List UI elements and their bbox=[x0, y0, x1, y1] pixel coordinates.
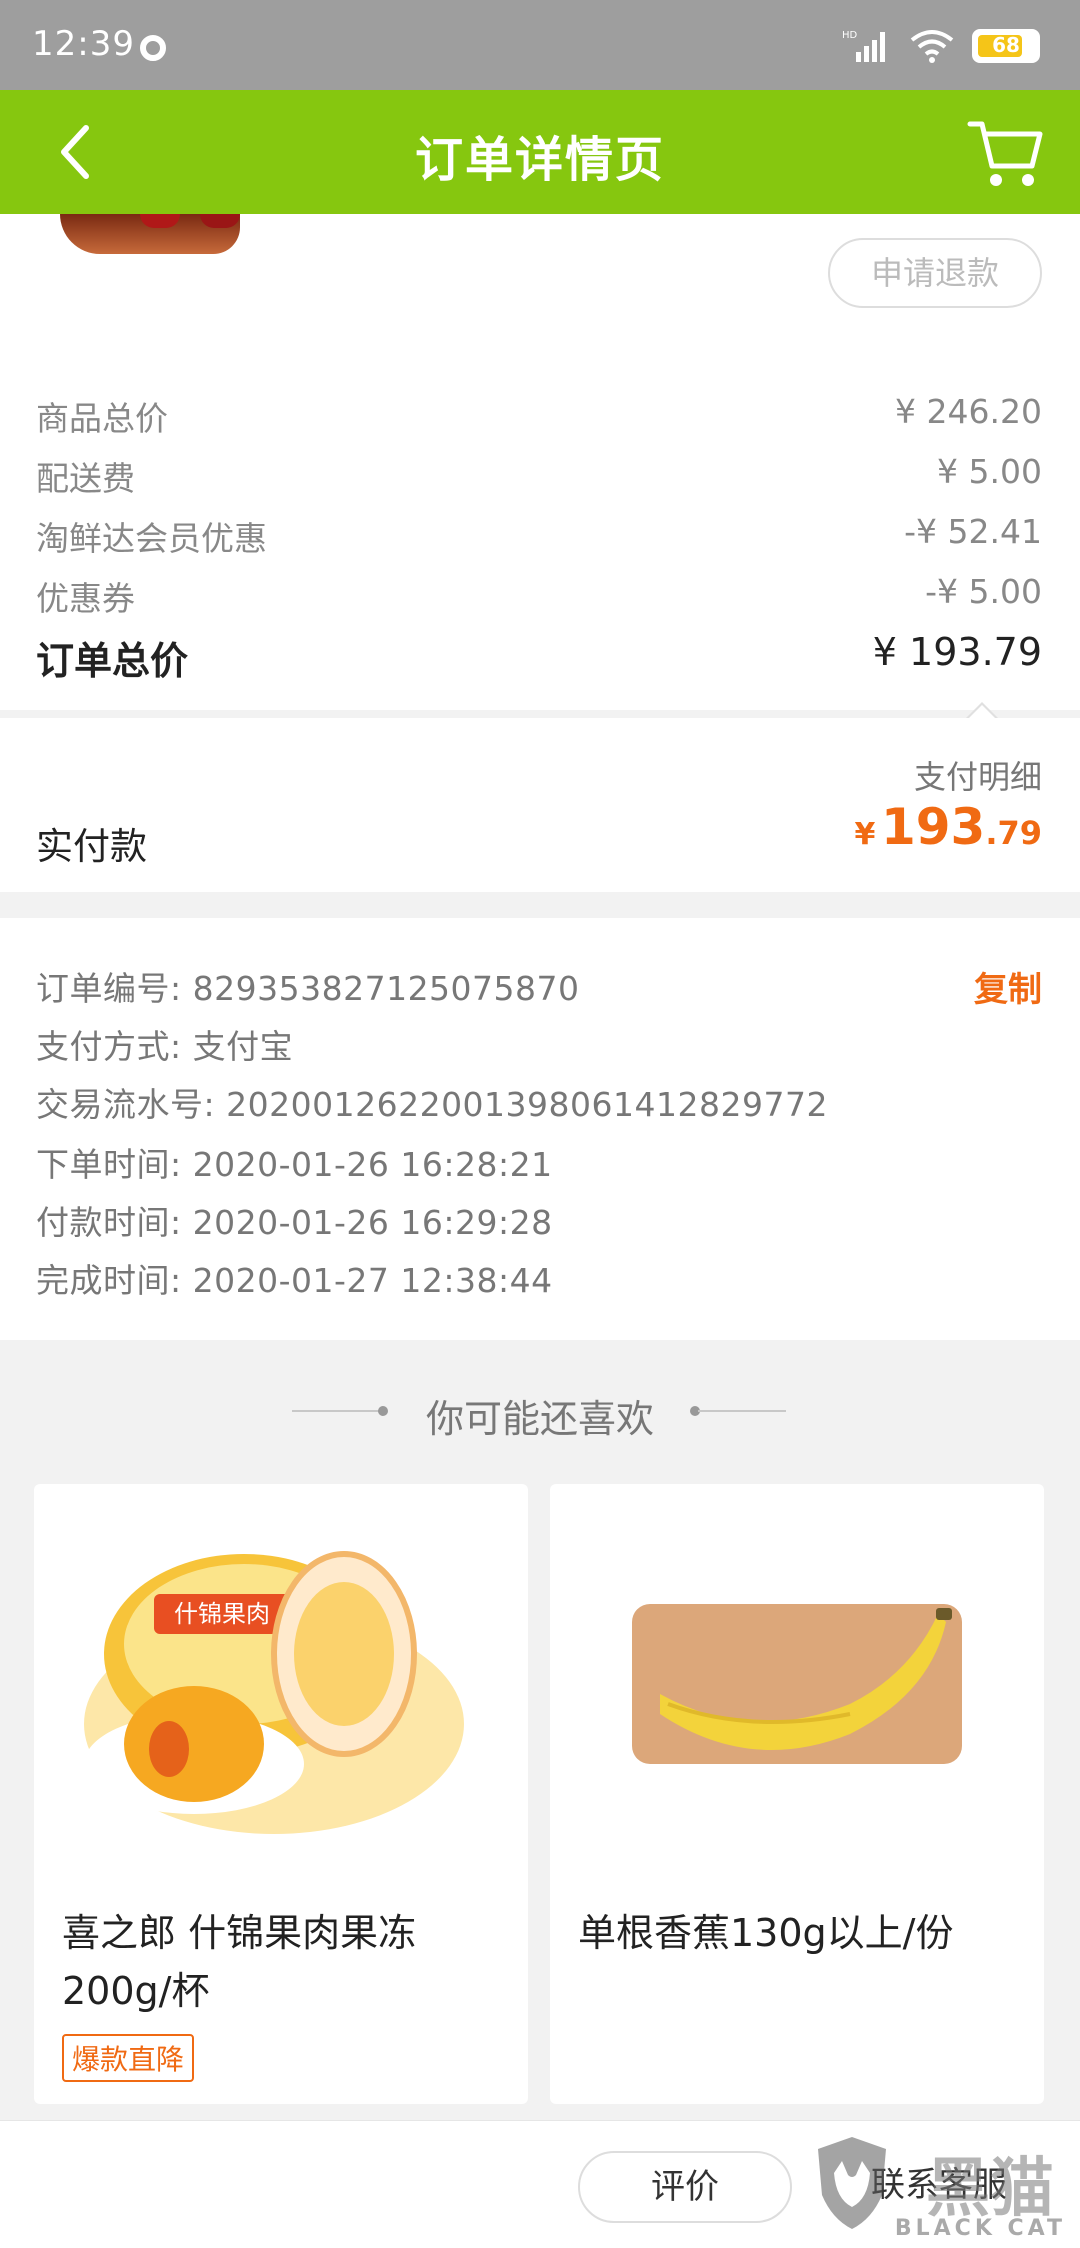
fee-value: ¥ 246.20 bbox=[895, 392, 1042, 431]
fee-value: -¥ 5.00 bbox=[925, 572, 1042, 611]
paid-currency: ¥ bbox=[854, 817, 876, 852]
paid-label: 实付款 bbox=[36, 825, 147, 868]
product-card-jelly[interactable]: 什锦果肉 喜之郎 什锦果肉果冻200g/杯 爆款直降 bbox=[34, 1484, 528, 2104]
order-summary-card: 申请退款 商品总价 ¥ 246.20 配送费 ¥ 5.00 淘鲜达会员优惠 -¥… bbox=[0, 214, 1080, 721]
jelly-cup-icon: 什锦果肉 bbox=[84, 1551, 464, 1834]
product-name: 单根香蕉130g以上/份 bbox=[578, 1911, 954, 1955]
recommend-title: 你可能还喜欢 bbox=[425, 1397, 654, 1441]
transaction-number: 交易流水号: 2020012622001398061412829772 bbox=[36, 1085, 828, 1124]
status-bar: 12:39 HD 68 bbox=[0, 0, 1080, 90]
svg-text:什锦果肉: 什锦果肉 bbox=[174, 1600, 270, 1628]
battery-icon: 68 bbox=[972, 29, 1040, 63]
banana-icon bbox=[632, 1604, 962, 1764]
order-time: 下单时间: 2020-01-26 16:28:21 bbox=[36, 1145, 553, 1184]
product-thumbnail bbox=[60, 214, 240, 254]
fee-label: 配送费 bbox=[36, 459, 135, 498]
notification-dot-icon bbox=[140, 35, 166, 61]
order-info-card: 复制 订单编号: 829353827125075870 支付方式: 支付宝 交易… bbox=[0, 918, 1080, 1340]
complete-time: 完成时间: 2020-01-27 12:38:44 bbox=[36, 1261, 553, 1300]
order-total-row: 订单总价 ¥ 193.79 bbox=[36, 630, 1042, 685]
order-total-value: ¥ 193.79 bbox=[872, 630, 1042, 674]
pay-time: 付款时间: 2020-01-26 16:29:28 bbox=[36, 1203, 553, 1242]
product-card-banana[interactable]: 单根香蕉130g以上/份 bbox=[550, 1484, 1044, 2104]
fee-row-goods: 商品总价 ¥ 246.20 bbox=[36, 392, 1042, 440]
fee-row-member-discount: 淘鲜达会员优惠 -¥ 52.41 bbox=[36, 512, 1042, 560]
paid-amount-int: 193 bbox=[880, 798, 986, 856]
payment-card: 支付明细 实付款 ¥ 193.79 bbox=[0, 718, 1080, 892]
payment-detail-link[interactable]: 支付明细 bbox=[914, 752, 1042, 798]
page-title: 订单详情页 bbox=[414, 132, 665, 188]
status-icons: HD 68 bbox=[842, 26, 1040, 66]
paid-amount-dec: .79 bbox=[985, 814, 1042, 852]
fee-value: -¥ 52.41 bbox=[904, 512, 1042, 551]
signal-icon: HD bbox=[842, 30, 885, 62]
battery-level: 68 bbox=[992, 33, 1020, 57]
payment-method: 支付方式: 支付宝 bbox=[36, 1027, 294, 1066]
fee-label: 淘鲜达会员优惠 bbox=[36, 519, 267, 558]
status-time: 12:39 bbox=[32, 24, 135, 64]
refund-button[interactable]: 申请退款 bbox=[828, 238, 1042, 308]
fee-value: ¥ 5.00 bbox=[937, 452, 1042, 491]
divider-line bbox=[698, 1410, 786, 1412]
cat-shield-icon bbox=[818, 2137, 886, 2229]
product-name: 喜之郎 什锦果肉果冻200g/杯 bbox=[62, 1911, 417, 2013]
fee-row-delivery: 配送费 ¥ 5.00 bbox=[36, 452, 1042, 500]
wifi-icon bbox=[910, 30, 954, 63]
bottom-action-bar: 评价 联系客服 黑猫 BLACK CAT bbox=[0, 2120, 1080, 2248]
fee-row-coupon: 优惠券 -¥ 5.00 bbox=[36, 572, 1042, 620]
fee-label: 商品总价 bbox=[36, 399, 168, 438]
black-cat-watermark: 黑猫 BLACK CAT bbox=[804, 2133, 1074, 2243]
paid-amount: ¥ 193.79 bbox=[854, 798, 1042, 856]
review-button[interactable]: 评价 bbox=[578, 2151, 792, 2223]
cart-icon[interactable] bbox=[964, 112, 1046, 194]
copy-button[interactable]: 复制 bbox=[974, 962, 1042, 1011]
order-total-label: 订单总价 bbox=[36, 639, 189, 683]
promo-tag: 爆款直降 bbox=[62, 2034, 195, 2082]
order-number: 订单编号: 829353827125075870 bbox=[36, 969, 580, 1008]
app-header: 订单详情页 bbox=[0, 90, 1080, 214]
fee-label: 优惠券 bbox=[36, 579, 135, 618]
watermark-text: BLACK CAT bbox=[894, 2216, 1066, 2241]
svg-text:HD: HD bbox=[842, 30, 858, 41]
